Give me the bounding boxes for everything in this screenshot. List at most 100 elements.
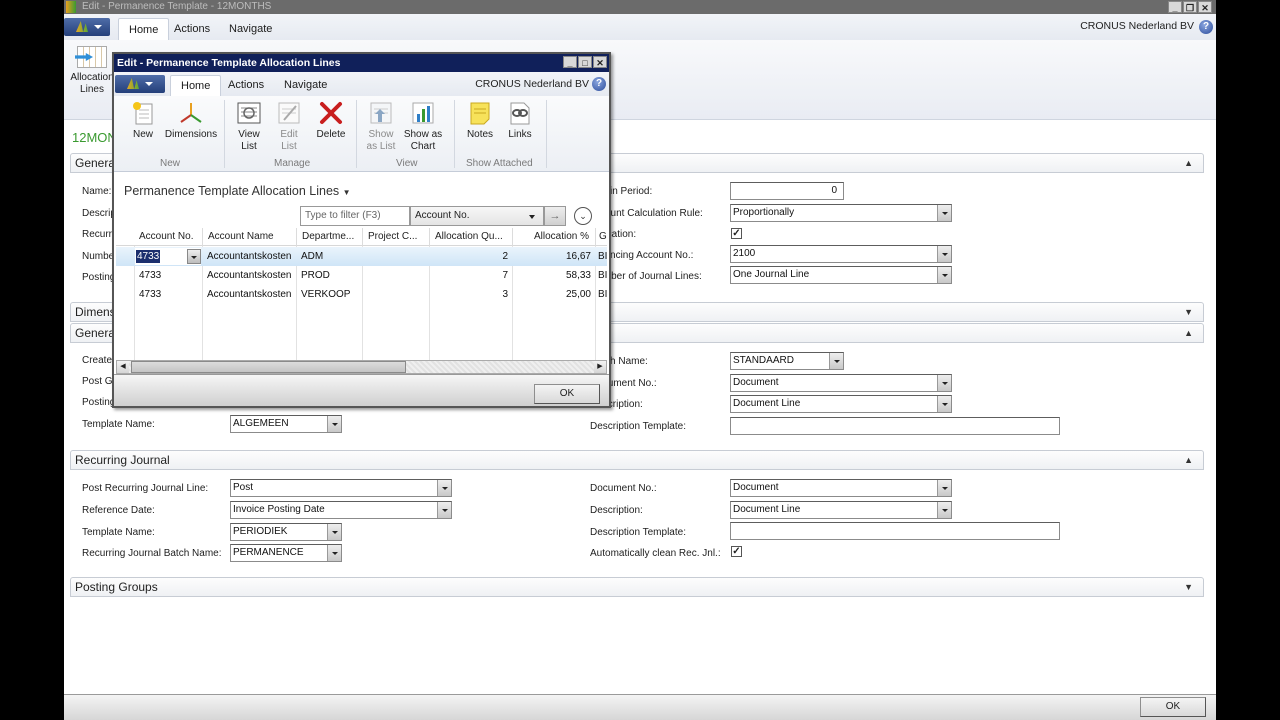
column-header-department[interactable]: Departme... — [296, 228, 362, 246]
cell-ge[interactable]: BI — [595, 247, 607, 266]
fasttab-recurring-journal[interactable]: Recurring Journal ▲ — [70, 450, 1204, 470]
account-no-value[interactable]: 4733 — [136, 250, 161, 263]
dropdown-arrow-icon[interactable] — [937, 396, 951, 412]
cell-allocation-quantity[interactable]: 7 — [429, 266, 512, 285]
column-header-account-name[interactable]: Account Name — [202, 228, 296, 246]
list-caption[interactable]: Permanence Template Allocation Lines ▼ — [124, 184, 351, 198]
dropdown-arrow-icon[interactable] — [437, 502, 451, 518]
dropdown-arrow-icon[interactable] — [327, 545, 341, 561]
tab-navigate[interactable]: Navigate — [219, 18, 282, 40]
restore-button[interactable]: ❐ — [1183, 1, 1197, 13]
dropdown-arrow-icon[interactable] — [937, 205, 951, 221]
account-no-editor[interactable]: 4733 — [135, 248, 201, 265]
chevron-down-icon[interactable]: ▼ — [1184, 578, 1193, 596]
batch-name-dropdown[interactable]: STANDAARD — [730, 352, 844, 370]
table-row[interactable]: 4733 Accountantskosten ADM 2 16,67 BI — [116, 247, 607, 266]
description-dropdown[interactable]: Document Line — [730, 395, 952, 413]
cell-department[interactable]: PROD — [296, 266, 362, 285]
within-period-field[interactable]: 0 — [730, 182, 844, 200]
caption-dropdown-icon[interactable]: ▼ — [343, 188, 351, 197]
main-ok-button[interactable]: OK — [1140, 697, 1206, 717]
chevron-up-icon[interactable]: ▲ — [1184, 324, 1193, 342]
view-list-button[interactable]: View List — [234, 100, 264, 153]
dropdown-arrow-icon[interactable] — [937, 480, 951, 496]
cell-ge[interactable]: BI — [595, 285, 607, 304]
close-button[interactable]: ✕ — [1198, 1, 1212, 13]
recurring-template-name-dropdown[interactable]: PERIODIEK — [230, 523, 342, 541]
cell-allocation-pct[interactable]: 58,33 — [512, 266, 595, 285]
column-header-account-no[interactable]: Account No. — [134, 228, 202, 246]
apply-filter-button[interactable]: → — [544, 206, 566, 226]
post-recurring-journal-line-dropdown[interactable]: Post — [230, 479, 452, 497]
cell-allocation-quantity[interactable]: 3 — [429, 285, 512, 304]
dropdown-arrow-icon[interactable] — [829, 353, 843, 369]
auto-clean-checkbox[interactable]: ✓ — [731, 546, 742, 557]
recurring-document-no-dropdown[interactable]: Document — [730, 479, 952, 497]
column-header-project[interactable]: Project C... — [362, 228, 429, 246]
cell-project[interactable] — [362, 247, 429, 266]
table-row[interactable]: 4733 Accountantskosten VERKOOP 3 25,00 B… — [116, 285, 607, 304]
allocation-lines-button[interactable]: Allocation Lines — [68, 46, 116, 96]
chevron-up-icon[interactable]: ▲ — [1184, 451, 1193, 469]
links-button[interactable]: Links — [504, 100, 536, 141]
allocation-checkbox[interactable]: ✓ — [731, 228, 742, 239]
dropdown-arrow-icon[interactable] — [327, 416, 341, 432]
scroll-left-icon[interactable]: ◀ — [117, 361, 129, 373]
recurring-description-dropdown[interactable]: Document Line — [730, 501, 952, 519]
cell-ge[interactable]: BI — [595, 266, 607, 285]
dropdown-arrow-icon[interactable] — [187, 249, 201, 264]
number-of-journal-lines-dropdown[interactable]: One Journal Line — [730, 266, 952, 284]
chevron-down-icon[interactable]: ▼ — [1184, 303, 1193, 321]
minimize-button[interactable]: _ — [1168, 1, 1182, 13]
dialog-ok-button[interactable]: OK — [534, 384, 600, 404]
dropdown-arrow-icon[interactable] — [327, 524, 341, 540]
filter-field-dropdown[interactable]: Account No. — [410, 206, 544, 226]
dropdown-arrow-icon[interactable] — [437, 480, 451, 496]
dialog-tab-navigate[interactable]: Navigate — [274, 75, 337, 96]
tab-actions[interactable]: Actions — [164, 18, 220, 40]
expand-filter-icon[interactable]: ⌄ — [574, 207, 592, 225]
dialog-tab-home[interactable]: Home — [170, 75, 222, 96]
scroll-right-icon[interactable]: ▶ — [594, 361, 606, 373]
edit-list-button[interactable]: Edit List — [274, 100, 304, 153]
horizontal-scrollbar[interactable]: ◀ ▶ — [116, 360, 607, 374]
cell-department[interactable]: ADM — [296, 247, 362, 266]
cell-allocation-pct[interactable]: 25,00 — [512, 285, 595, 304]
document-no-dropdown[interactable]: Document — [730, 374, 952, 392]
cell-account-name[interactable]: Accountantskosten — [202, 247, 296, 266]
column-header-allocation-pct[interactable]: Allocation % — [512, 228, 595, 246]
cell-project[interactable] — [362, 266, 429, 285]
dropdown-arrow-icon[interactable] — [937, 502, 951, 518]
help-icon[interactable]: ? — [1199, 20, 1213, 34]
show-as-list-button[interactable]: Show as List — [366, 100, 396, 153]
template-name-dropdown[interactable]: ALGEMEEN — [230, 415, 342, 433]
column-header-allocation-quantity[interactable]: Allocation Qu... — [429, 228, 512, 246]
filter-input[interactable]: Type to filter (F3) — [300, 206, 410, 226]
balancing-account-dropdown[interactable]: 2100 — [730, 245, 952, 263]
tab-home[interactable]: Home — [118, 18, 170, 40]
dialog-help-icon[interactable]: ? — [592, 77, 606, 91]
notes-button[interactable]: Notes — [464, 100, 496, 141]
cell-account-name[interactable]: Accountantskosten — [202, 266, 296, 285]
dropdown-arrow-icon[interactable] — [937, 246, 951, 262]
dialog-maximize-button[interactable]: □ — [578, 56, 592, 68]
dropdown-arrow-icon[interactable] — [937, 375, 951, 391]
scrollbar-thumb[interactable] — [131, 361, 406, 373]
cell-department[interactable]: VERKOOP — [296, 285, 362, 304]
dialog-close-button[interactable]: ✕ — [593, 56, 607, 68]
application-menu-button[interactable] — [64, 18, 110, 36]
chevron-up-icon[interactable]: ▲ — [1184, 154, 1193, 172]
recurring-journal-batch-name-dropdown[interactable]: PERMANENCE — [230, 544, 342, 562]
cell-account-name[interactable]: Accountantskosten — [202, 285, 296, 304]
cell-project[interactable] — [362, 285, 429, 304]
fasttab-posting-groups[interactable]: Posting Groups ▼ — [70, 577, 1204, 597]
dropdown-arrow-icon[interactable] — [937, 267, 951, 283]
delete-button[interactable]: Delete — [314, 100, 348, 141]
dialog-minimize-button[interactable]: _ — [563, 56, 577, 68]
reference-date-dropdown[interactable]: Invoice Posting Date — [230, 501, 452, 519]
new-button[interactable]: New — [128, 100, 158, 141]
amount-calculation-rule-dropdown[interactable]: Proportionally — [730, 204, 952, 222]
dialog-tab-actions[interactable]: Actions — [218, 75, 274, 96]
cell-account-no[interactable]: 4733 — [134, 285, 202, 304]
cell-account-no[interactable]: 4733 — [134, 266, 202, 285]
